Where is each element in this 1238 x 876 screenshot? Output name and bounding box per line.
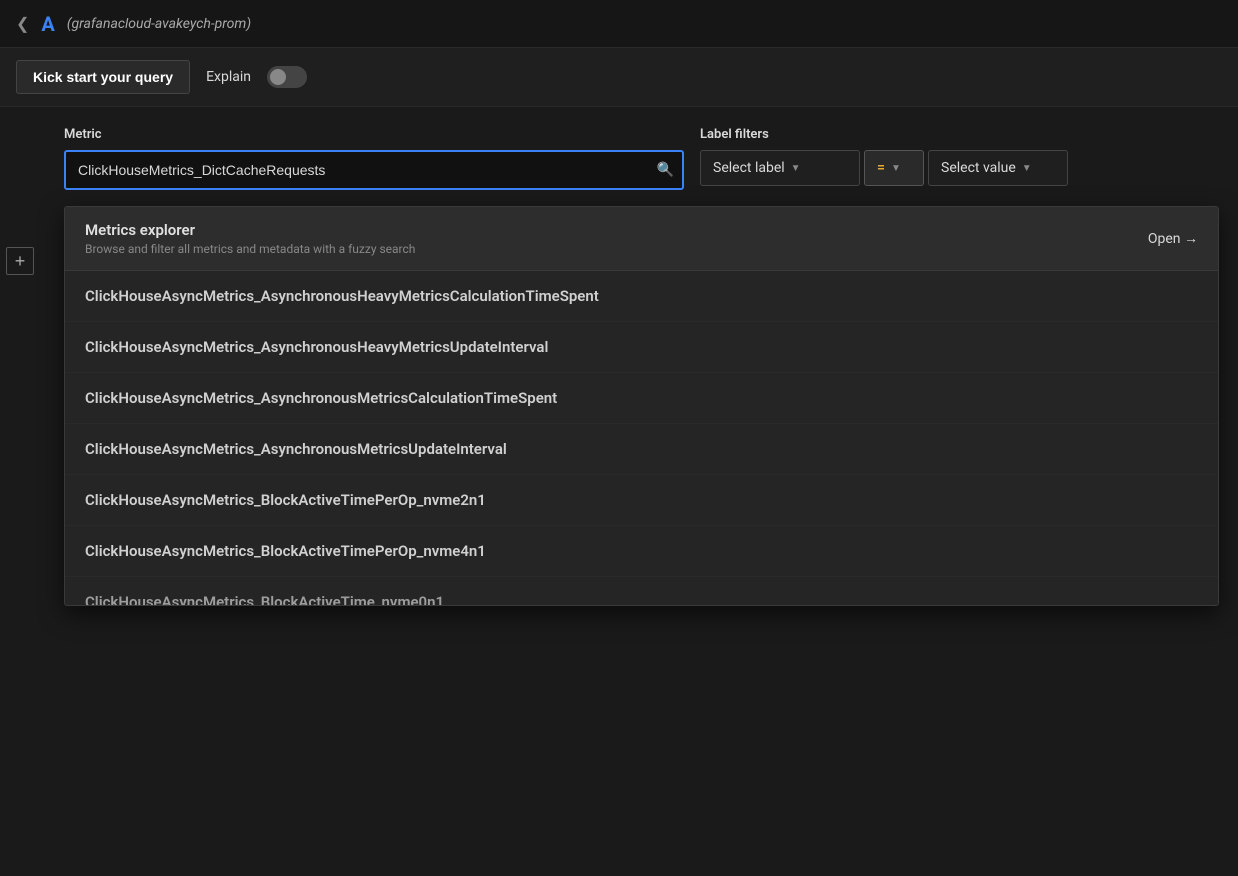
metric-section-label: Metric <box>64 127 684 142</box>
metrics-explorer-row[interactable]: Metrics explorer Browse and filter all m… <box>65 207 1218 271</box>
list-item[interactable]: ClickHouseAsyncMetrics_AsynchronousHeavy… <box>65 271 1218 322</box>
chevron-icon[interactable]: ❮ <box>16 14 29 33</box>
top-bar: ❮ A (grafanacloud-avakeych-prom) <box>0 0 1238 48</box>
main-content: + Metric 🔍 Label filters <box>0 107 1238 275</box>
metrics-explorer-title: Metrics explorer <box>85 221 415 239</box>
list-item[interactable]: ClickHouseAsyncMetrics_AsynchronousMetri… <box>65 373 1218 424</box>
metric-section: Metric 🔍 <box>64 127 684 190</box>
label-filters-section: Label filters Select label ▼ = ▼ Select … <box>700 127 1214 186</box>
toolbar: Kick start your query Explain <box>0 48 1238 107</box>
select-label-dropdown[interactable]: Select label ▼ <box>700 150 860 186</box>
metrics-explorer-info: Metrics explorer Browse and filter all m… <box>85 221 415 256</box>
explain-label: Explain <box>206 69 251 85</box>
kick-start-button[interactable]: Kick start your query <box>16 60 190 94</box>
metric-input[interactable] <box>64 150 684 190</box>
operator-chevron: ▼ <box>891 163 901 174</box>
list-item[interactable]: ClickHouseAsyncMetrics_BlockActiveTimePe… <box>65 526 1218 577</box>
metric-input-wrapper: 🔍 <box>64 150 684 190</box>
label-filters-row: Select label ▼ = ▼ Select value ▼ <box>700 150 1214 186</box>
query-row: Metric 🔍 Label filters Select label ▼ <box>64 127 1214 190</box>
datasource-letter: A <box>41 12 54 36</box>
list-item[interactable]: ClickHouseAsyncMetrics_BlockActiveTimePe… <box>65 475 1218 526</box>
metrics-dropdown-panel: Metrics explorer Browse and filter all m… <box>64 206 1219 606</box>
metric-search-icon[interactable]: 🔍 <box>657 162 674 178</box>
list-item[interactable]: ClickHouseAsyncMetrics_AsynchronousMetri… <box>65 424 1218 475</box>
select-value-text: Select value <box>941 160 1016 176</box>
operator-dropdown[interactable]: = ▼ <box>864 150 924 186</box>
select-value-dropdown[interactable]: Select value ▼ <box>928 150 1068 186</box>
select-value-chevron: ▼ <box>1022 163 1032 174</box>
metrics-explorer-open-link[interactable]: Open → <box>1148 230 1198 247</box>
query-area: Metric 🔍 Label filters Select label ▼ <box>40 107 1238 210</box>
content-column: Metric 🔍 Label filters Select label ▼ <box>40 107 1238 275</box>
add-query-button[interactable]: + <box>6 247 34 275</box>
metrics-explorer-desc: Browse and filter all metrics and metada… <box>85 242 415 256</box>
datasource-name: (grafanacloud-avakeych-prom) <box>67 16 251 32</box>
select-label-chevron: ▼ <box>791 163 801 174</box>
list-item[interactable]: ClickHouseAsyncMetrics_AsynchronousHeavy… <box>65 322 1218 373</box>
list-item[interactable]: ClickHouseAsyncMetrics_BlockActiveTime_n… <box>65 577 1218 605</box>
label-filters-label: Label filters <box>700 127 1214 142</box>
explain-toggle[interactable] <box>267 66 307 88</box>
operator-text: = <box>877 160 885 176</box>
select-label-text: Select label <box>713 160 785 176</box>
left-add-column: + <box>0 107 40 275</box>
